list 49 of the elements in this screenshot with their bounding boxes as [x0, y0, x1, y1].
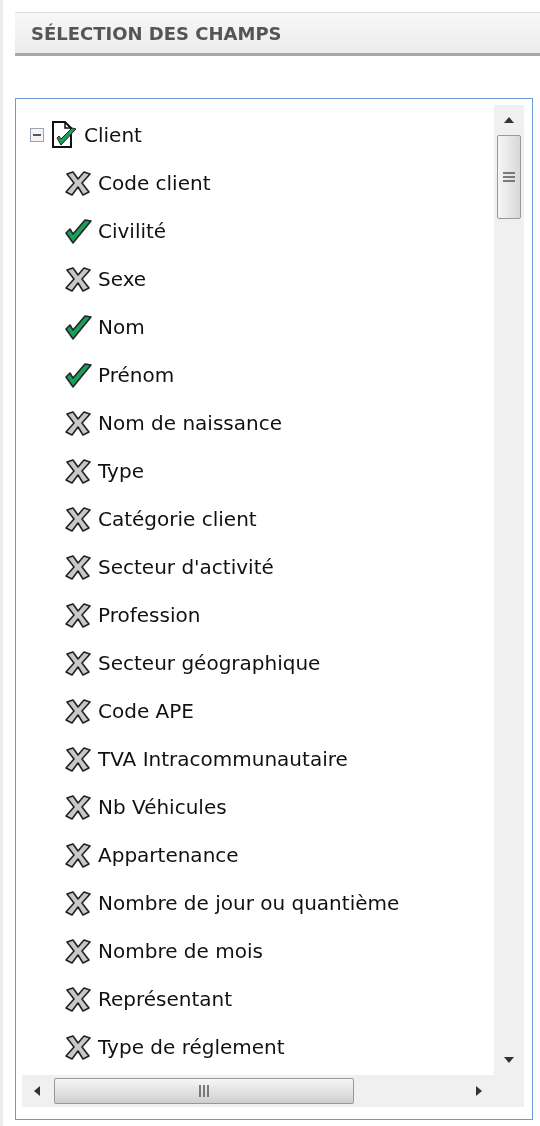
- cross-icon[interactable]: [64, 506, 92, 532]
- cross-icon[interactable]: [64, 794, 92, 820]
- checkmark-icon[interactable]: [64, 218, 92, 244]
- tree-node-label[interactable]: Type de réglement: [98, 1035, 285, 1059]
- tree-node-label[interactable]: Nombre de mois: [98, 939, 263, 963]
- scroll-up-icon[interactable]: [504, 117, 514, 123]
- cross-icon[interactable]: [64, 554, 92, 580]
- cross-icon[interactable]: [64, 698, 92, 724]
- cross-icon[interactable]: [64, 746, 92, 772]
- tree-node-label[interactable]: Client: [84, 123, 142, 147]
- cross-icon[interactable]: [64, 266, 92, 292]
- cross-icon[interactable]: [64, 458, 92, 484]
- scrollbar-thumb[interactable]: [54, 1078, 354, 1104]
- tree-node-label[interactable]: Sexe: [98, 267, 147, 291]
- tree-node-label[interactable]: TVA Intracommunautaire: [98, 747, 348, 771]
- tree-node-label[interactable]: Secteur géographique: [98, 651, 321, 675]
- tree-node-label[interactable]: Nombre de jour ou quantième: [98, 891, 400, 915]
- tree-node-label[interactable]: Prénom: [98, 363, 175, 387]
- tree-node-label[interactable]: Profession: [98, 603, 201, 627]
- cross-icon[interactable]: [64, 410, 92, 436]
- cross-icon[interactable]: [64, 170, 92, 196]
- tree-node-label[interactable]: Nb Véhicules: [98, 795, 227, 819]
- tree-node-label[interactable]: Code APE: [98, 699, 194, 723]
- cross-icon[interactable]: [64, 1034, 92, 1060]
- tree-node-label[interactable]: Nom de naissance: [98, 411, 282, 435]
- checkmark-icon[interactable]: [64, 314, 92, 340]
- vertical-scrollbar[interactable]: [494, 105, 524, 1075]
- tree-node-label[interactable]: Catégorie client: [98, 507, 257, 531]
- cross-icon[interactable]: [64, 938, 92, 964]
- cross-icon[interactable]: [64, 650, 92, 676]
- tree-node-label[interactable]: Appartenance: [98, 843, 239, 867]
- scroll-down-icon[interactable]: [504, 1057, 514, 1063]
- cross-icon[interactable]: [64, 842, 92, 868]
- cross-icon[interactable]: [64, 602, 92, 628]
- checkmark-icon[interactable]: [64, 362, 92, 388]
- tree-node-label[interactable]: Nom: [98, 315, 145, 339]
- tree-node-label[interactable]: Type: [98, 459, 144, 483]
- panel-title: SÉLECTION DES CHAMPS: [31, 22, 282, 44]
- cross-icon[interactable]: [64, 986, 92, 1012]
- tree-node-label[interactable]: Code client: [98, 171, 211, 195]
- collapse-icon[interactable]: [30, 128, 44, 142]
- cross-icon[interactable]: [64, 890, 92, 916]
- horizontal-scrollbar[interactable]: [22, 1075, 494, 1107]
- scroll-right-icon[interactable]: [476, 1086, 482, 1096]
- tree-node-label[interactable]: Civilité: [98, 219, 167, 243]
- tree-node-label[interactable]: Représentant: [98, 987, 233, 1011]
- tree-node-label[interactable]: Secteur d'activité: [98, 555, 274, 579]
- scroll-left-icon[interactable]: [34, 1086, 40, 1096]
- scrollbar-thumb[interactable]: [497, 135, 521, 219]
